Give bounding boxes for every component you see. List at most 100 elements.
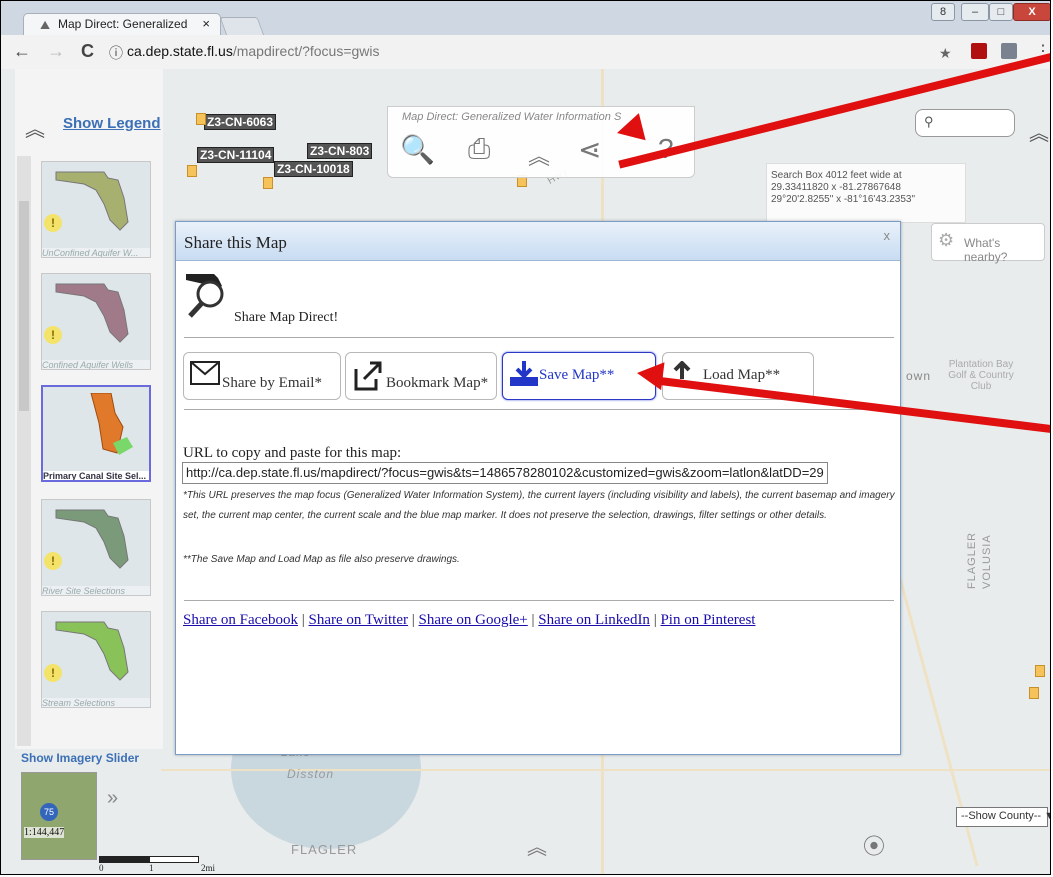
map-marker-label[interactable]: Z3-CN-6063	[204, 114, 277, 130]
search-info-line: 29°20'2.8255" x -81°16'43.2353"	[771, 194, 916, 205]
scale-bar-segment	[99, 856, 151, 863]
save-map-button[interactable]: Save Map**	[502, 352, 656, 400]
magnifier-icon[interactable]: 🔍	[400, 133, 435, 166]
reload-button[interactable]: C	[81, 41, 94, 62]
expand-imagery-icon[interactable]: »	[107, 787, 118, 810]
show-legend-link[interactable]: Show Legend	[63, 115, 161, 132]
map-search-input[interactable]: ⚲	[915, 109, 1015, 137]
collapse-legend-icon[interactable]: ︽	[25, 113, 45, 142]
thumbnail-caption: Stream Selections	[42, 698, 150, 707]
imagery-minimap[interactable]: 75 1:144,447	[21, 772, 97, 860]
maximize-button[interactable]: □	[989, 3, 1013, 21]
load-map-label: Load Map**	[703, 367, 781, 383]
map-scale-ratio: 1:144,447	[24, 827, 65, 838]
save-map-label: Save Map**	[539, 367, 615, 383]
map-label-flagler: FLAGLER	[291, 842, 358, 857]
layer-thumbnail-selected[interactable]: Primary Canal Site Sel...	[41, 385, 151, 482]
tab-title: Map Direct: Generalized	[58, 17, 188, 31]
map-marker-label[interactable]: Z3-CN-803	[307, 143, 373, 159]
thumbnail-caption: UnConfined Aquifer W...	[42, 248, 150, 257]
pin-pinterest-link[interactable]: Pin on Pinterest	[660, 612, 755, 628]
scale-tick-1: 1	[149, 863, 154, 873]
layer-thumbnail[interactable]: ! Stream Selections	[41, 611, 151, 708]
warning-icon: !	[44, 552, 62, 570]
map-label-own: own	[906, 369, 932, 383]
external-link-icon	[354, 361, 382, 391]
thumbnail-caption: River Site Selections	[42, 586, 150, 595]
scale-bar	[99, 856, 199, 863]
site-marker[interactable]	[263, 177, 273, 189]
tab-close-icon[interactable]: ×	[202, 16, 210, 31]
browser-window: ⛰ Map Direct: Generalized × 8 – □ X ← → …	[0, 0, 1051, 875]
extension-icon[interactable]	[1001, 43, 1017, 59]
layer-thumbnail[interactable]: ! Confined Aquifer Wells	[41, 273, 151, 370]
expand-bottom-icon[interactable]: ︽	[527, 831, 547, 860]
new-tab-button[interactable]	[219, 17, 265, 36]
link-separator: |	[653, 612, 657, 628]
share-url-field[interactable]: http://ca.dep.state.fl.us/mapdirect/?foc…	[182, 462, 828, 484]
close-window-button[interactable]: X	[1013, 3, 1050, 21]
bookmark-map-label: Bookmark Map*	[386, 375, 489, 391]
site-marker[interactable]	[187, 165, 197, 177]
page-favicon-icon: ⛰	[40, 18, 51, 32]
scale-tick-2: 2mi	[201, 863, 216, 873]
legend-scroll-thumb[interactable]	[19, 201, 29, 411]
layer-thumbnail[interactable]: ! River Site Selections	[41, 499, 151, 596]
share-google-link[interactable]: Share on Google+	[419, 612, 528, 628]
browser-tab[interactable]: ⛰ Map Direct: Generalized ×	[23, 13, 221, 35]
dialog-close-button[interactable]: x	[884, 228, 891, 243]
site-marker[interactable]	[196, 113, 206, 125]
dialog-title: Share this Map	[184, 233, 287, 252]
map-marker-label[interactable]: Z3-CN-10018	[274, 161, 353, 177]
collapse-right-icon[interactable]: ︽	[1029, 117, 1049, 146]
share-icon[interactable]: ⋖	[578, 133, 601, 166]
url-note: *This URL preserves the map focus (Gener…	[183, 490, 895, 521]
scale-tick-0: 0	[99, 863, 104, 873]
search-info-panel: Search Box 4012 feet wide at 29.33411820…	[766, 163, 966, 223]
back-button[interactable]: ←	[13, 41, 31, 62]
email-icon	[190, 361, 220, 385]
florida-map-icon	[55, 283, 129, 343]
info-icon[interactable]: ⓘ	[109, 43, 123, 63]
share-linkedin-link[interactable]: Share on LinkedIn	[538, 612, 650, 628]
divider	[184, 600, 894, 601]
layer-thumbnail[interactable]: ! UnConfined Aquifer W...	[41, 161, 151, 258]
address-bar[interactable]: ca.dep.state.fl.us/mapdirect/?focus=gwis	[127, 40, 927, 62]
map-marker-label[interactable]: Z3-CN-11104	[197, 147, 275, 163]
collapse-toolbar-icon[interactable]: ︽	[528, 139, 550, 171]
county-select-value: --Show County--	[961, 810, 1042, 822]
user-icon[interactable]: 8	[931, 3, 955, 21]
share-twitter-link[interactable]: Share on Twitter	[308, 612, 408, 628]
link-separator: |	[531, 612, 535, 628]
florida-map-icon	[55, 621, 129, 681]
share-heading-label: Share Map Direct!	[234, 310, 339, 325]
star-icon[interactable]: ★	[939, 45, 955, 61]
search-info-line: Search Box 4012 feet wide at	[771, 170, 902, 181]
map-label-volusia: VOLUSIA	[981, 534, 993, 589]
print-icon[interactable]: ⎙	[468, 133, 490, 166]
title-bar: ⛰ Map Direct: Generalized × 8 – □ X	[1, 1, 1050, 36]
share-facebook-link[interactable]: Share on Facebook	[183, 612, 298, 628]
download-icon	[510, 361, 538, 386]
gear-icon: ⚙	[938, 230, 955, 250]
bookmark-map-button[interactable]: Bookmark Map*	[345, 352, 497, 400]
location-pin-icon[interactable]: ⦿	[863, 829, 885, 861]
warning-icon: !	[44, 664, 62, 682]
show-county-select[interactable]: --Show County-- ▼	[956, 807, 1050, 827]
share-email-button[interactable]: Share by Email*	[183, 352, 341, 400]
florida-map-icon	[55, 509, 129, 569]
map-label-disston: Disston	[287, 767, 335, 781]
divider	[184, 409, 894, 410]
show-imagery-slider-link[interactable]: Show Imagery Slider	[21, 751, 139, 765]
florida-map-icon	[55, 171, 129, 231]
pdf-extension-icon[interactable]	[971, 43, 987, 59]
site-marker[interactable]	[1035, 665, 1045, 677]
minimize-button[interactable]: –	[961, 3, 989, 21]
site-marker[interactable]	[1029, 687, 1039, 699]
divider	[184, 337, 894, 338]
whats-nearby-button[interactable]: ⚙ What's nearby?	[931, 223, 1045, 264]
map-label-flagler-vertical: FLAGLER	[966, 531, 978, 589]
forward-button[interactable]: →	[47, 41, 65, 62]
search-info-line: 29.33411820 x -81.27867648	[771, 182, 901, 193]
link-separator: |	[411, 612, 415, 628]
